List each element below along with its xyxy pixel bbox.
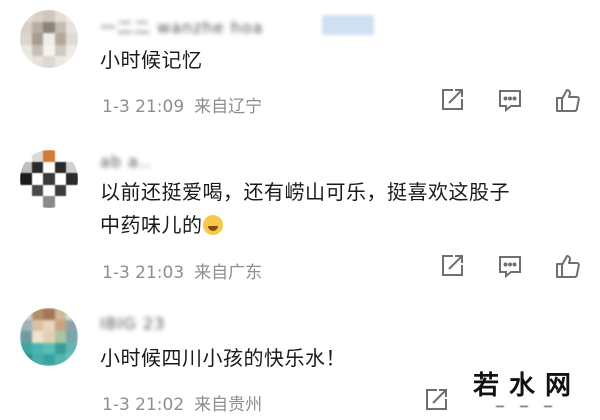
comment-meta: 1-3 21:02 来自贵州 xyxy=(102,390,262,415)
comment-item: ab a.. 以前还挺爱喝，还有崂山可乐，挺喜欢这股子 中药味儿的 1-3 21… xyxy=(0,140,600,288)
site-watermark: 若水网 — — — xyxy=(468,370,586,414)
comment-actions xyxy=(438,86,582,116)
comment-text-line2: 中药味儿的 xyxy=(100,209,576,242)
share-icon[interactable] xyxy=(438,86,466,114)
avatar[interactable] xyxy=(20,10,78,68)
avatar[interactable] xyxy=(20,150,78,208)
share-icon[interactable] xyxy=(422,386,450,414)
watermark-text: 若水网 xyxy=(472,371,581,401)
comment-meta: 1-3 21:09 来自辽宁 xyxy=(102,92,262,117)
username[interactable]: IBIG 23 xyxy=(100,314,165,336)
username[interactable]: ab a.. xyxy=(100,152,151,174)
comment-location: 来自辽宁 xyxy=(194,97,263,117)
comment-icon[interactable] xyxy=(496,252,524,280)
username[interactable]: 一二二 wanzhe hoa xyxy=(100,14,263,37)
watermark-subtext: — — — xyxy=(495,402,559,412)
user-badge xyxy=(322,15,374,35)
like-icon[interactable] xyxy=(554,86,582,114)
comment-location: 来自贵州 xyxy=(194,395,263,415)
comment-item: 一二二 wanzhe hoa 小时候记忆 1-3 21:09 来自辽宁 xyxy=(0,0,600,140)
comment-text: 小时候记忆 xyxy=(100,48,203,72)
comment-date: 1-3 21:03 xyxy=(102,263,185,283)
comment-date: 1-3 21:09 xyxy=(102,97,185,117)
comment-text: 以前还挺爱喝，还有崂山可乐，挺喜欢这股子 中药味儿的 xyxy=(100,176,576,242)
like-icon[interactable] xyxy=(554,252,582,280)
comment-location: 来自广东 xyxy=(194,263,263,283)
comment-meta: 1-3 21:03 来自广东 xyxy=(102,258,262,283)
comment-actions xyxy=(438,252,582,282)
comment-actions xyxy=(422,386,450,416)
comment-date: 1-3 21:02 xyxy=(102,395,185,415)
avatar[interactable] xyxy=(20,308,78,366)
laugh-emoji-icon xyxy=(202,215,223,235)
comment-text-line-2: 中药味儿的 xyxy=(100,213,203,237)
comment-text-line: 以前还挺爱喝，还有崂山可乐，挺喜欢这股子 xyxy=(100,180,510,204)
comment-icon[interactable] xyxy=(496,86,524,114)
share-icon[interactable] xyxy=(438,252,466,280)
